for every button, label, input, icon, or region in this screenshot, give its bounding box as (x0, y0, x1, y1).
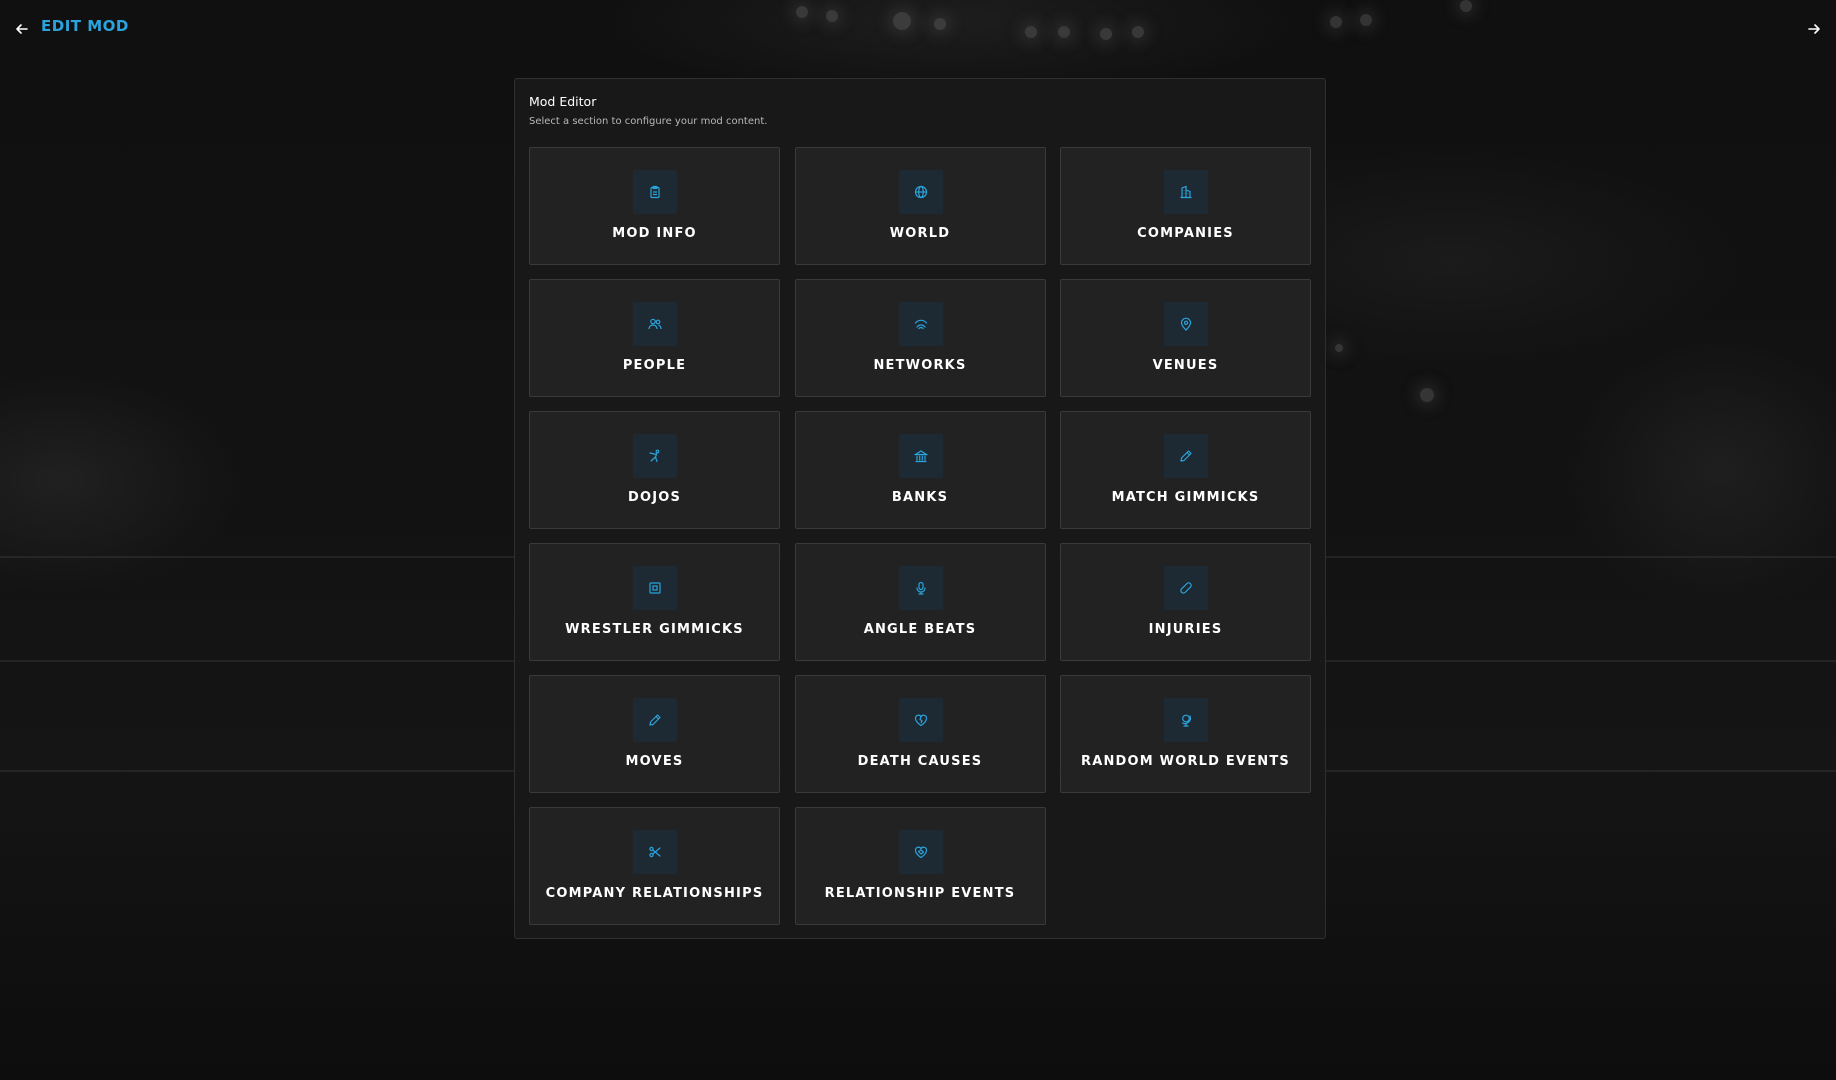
arrow-right-icon (1807, 22, 1821, 36)
section-label: MOD INFO (612, 226, 697, 241)
section-label: DEATH CAUSES (857, 754, 983, 769)
heart-crack-icon (898, 698, 943, 742)
mod-editor-panel: Mod Editor Select a section to configure… (514, 78, 1326, 939)
section-tile-world[interactable]: WORLD (794, 147, 1046, 265)
pencil-icon (633, 698, 677, 742)
globe-icon (898, 170, 943, 214)
top-bar: EDIT MOD (0, 0, 1836, 58)
kick-icon (633, 434, 677, 478)
section-label: COMPANY RELATIONSHIPS (545, 886, 764, 901)
back-button[interactable] (12, 18, 32, 40)
scissors-icon (633, 830, 677, 874)
heart-handshake-icon (898, 830, 943, 874)
section-tile-companies[interactable]: COMPANIES (1060, 147, 1311, 265)
bandage-icon (1164, 566, 1208, 610)
section-tile-dojos[interactable]: DOJOS (529, 411, 780, 529)
bank-icon (898, 434, 943, 478)
clipboard-icon (633, 170, 677, 214)
section-tile-banks[interactable]: BANKS (794, 411, 1046, 529)
section-label: BANKS (891, 490, 949, 505)
section-label: NETWORKS (873, 358, 967, 373)
section-tile-match-gimmicks[interactable]: MATCH GIMMICKS (1060, 411, 1311, 529)
section-label: MOVES (625, 754, 684, 769)
section-label: RELATIONSHIP EVENTS (824, 886, 1016, 901)
users-icon (633, 302, 677, 346)
section-label: PEOPLE (622, 358, 687, 373)
section-tile-people[interactable]: PEOPLE (529, 279, 780, 397)
section-label: INJURIES (1148, 622, 1223, 637)
section-tile-random-world-events[interactable]: RANDOM WORLD EVENTS (1060, 675, 1311, 793)
section-label: DOJOS (627, 490, 682, 505)
section-label: WRESTLER GIMMICKS (565, 622, 744, 637)
section-label: WORLD (889, 226, 951, 241)
section-label: RANDOM WORLD EVENTS (1081, 754, 1290, 769)
square-target-icon (633, 566, 677, 610)
section-tile-injuries[interactable]: INJURIES (1060, 543, 1311, 661)
panel-title: Mod Editor (529, 94, 597, 109)
page-title: EDIT MOD (41, 17, 129, 35)
section-tile-angle-beats[interactable]: ANGLE BEATS (794, 543, 1046, 661)
section-label: ANGLE BEATS (863, 622, 977, 637)
panel-subtitle: Select a section to configure your mod c… (529, 116, 768, 127)
globe-stand-icon (1164, 698, 1208, 742)
forward-button[interactable] (1804, 18, 1824, 40)
section-tile-wrestler-gimmicks[interactable]: WRESTLER GIMMICKS (529, 543, 780, 661)
microphone-icon (898, 566, 943, 610)
section-label: VENUES (1152, 358, 1219, 373)
section-label: MATCH GIMMICKS (1111, 490, 1260, 505)
section-grid: MOD INFO WORLD COMPANIES PEOPLE NETWORKS (529, 147, 1311, 925)
section-tile-death-causes[interactable]: DEATH CAUSES (794, 675, 1046, 793)
section-tile-company-relationships[interactable]: COMPANY RELATIONSHIPS (529, 807, 780, 925)
section-tile-mod-info[interactable]: MOD INFO (529, 147, 780, 265)
section-tile-relationship-events[interactable]: RELATIONSHIP EVENTS (794, 807, 1046, 925)
arrow-left-icon (15, 22, 29, 36)
building-icon (1164, 170, 1208, 214)
section-label: COMPANIES (1137, 226, 1234, 241)
section-tile-moves[interactable]: MOVES (529, 675, 780, 793)
pencil-icon (1164, 434, 1208, 478)
section-tile-venues[interactable]: VENUES (1060, 279, 1311, 397)
section-tile-networks[interactable]: NETWORKS (794, 279, 1046, 397)
broadcast-icon (898, 302, 943, 346)
map-pin-icon (1164, 302, 1208, 346)
